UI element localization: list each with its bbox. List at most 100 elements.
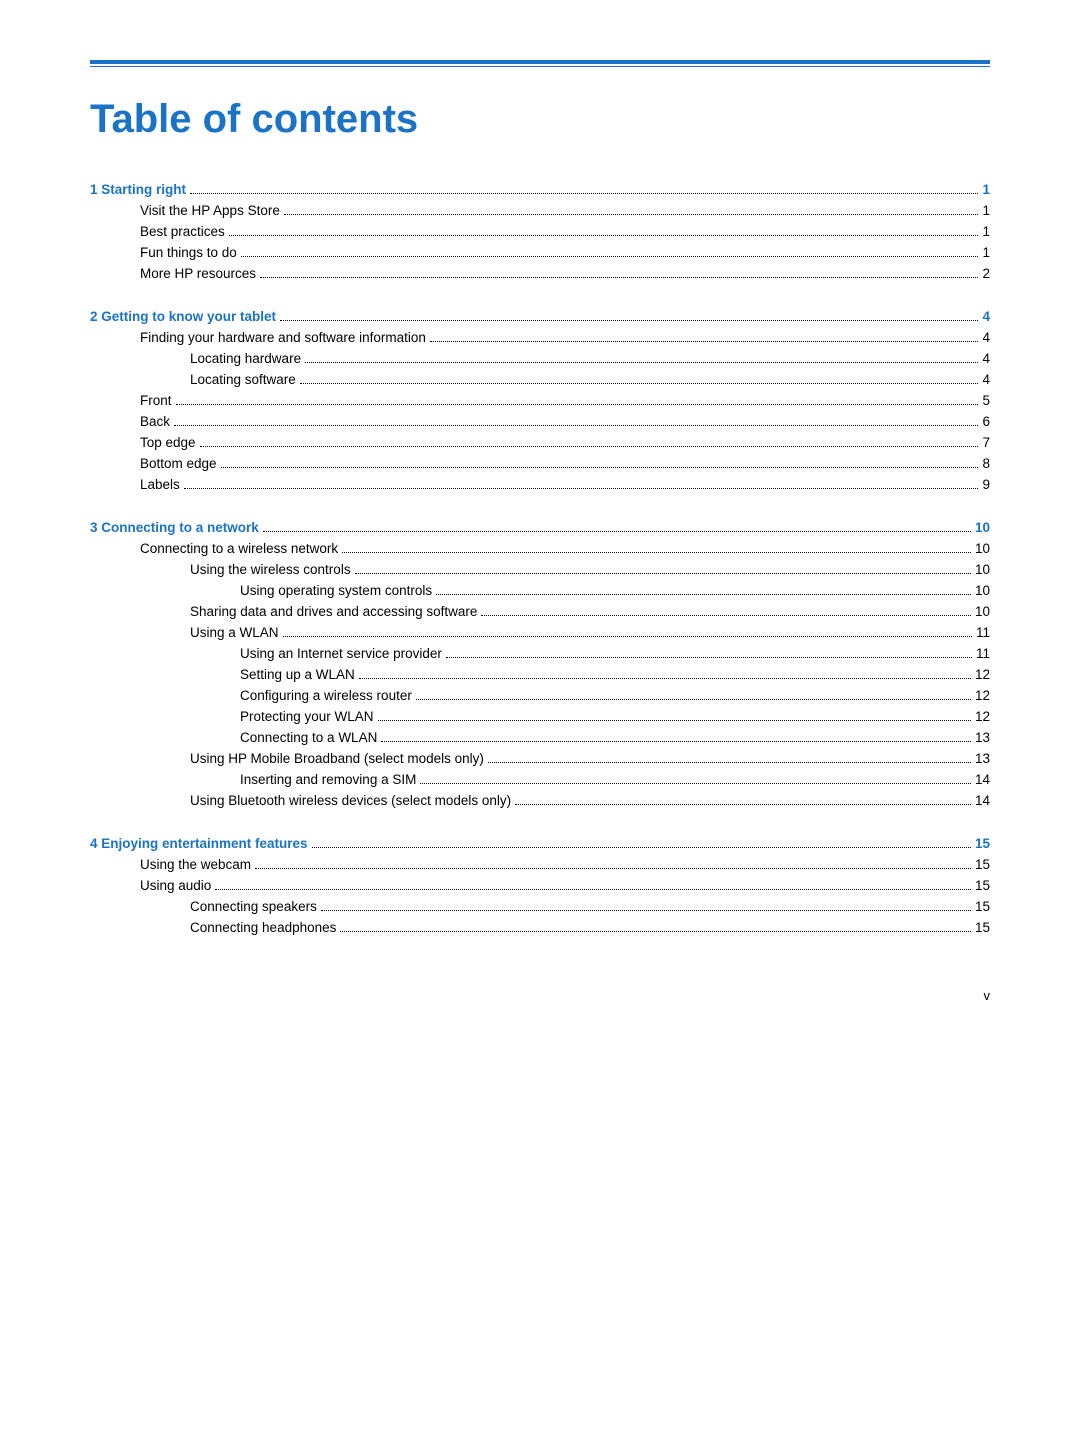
entry-page-num: 1: [982, 245, 990, 260]
toc-section-header-section4[interactable]: 4 Enjoying entertainment features 15: [90, 836, 990, 851]
toc-entry[interactable]: Using audio15: [90, 878, 990, 893]
entry-dots: [284, 214, 979, 215]
toc-entry[interactable]: Using the webcam15: [90, 857, 990, 872]
toc-entry[interactable]: Visit the HP Apps Store 1: [90, 203, 990, 218]
toc-entry[interactable]: Connecting headphones 15: [90, 920, 990, 935]
entry-dots: [436, 594, 971, 595]
toc-entry[interactable]: Protecting your WLAN 12: [90, 709, 990, 724]
entry-text: Using operating system controls: [240, 583, 432, 598]
entry-text: Connecting headphones: [190, 920, 336, 935]
toc-section-header-section2[interactable]: 2 Getting to know your tablet4: [90, 309, 990, 324]
toc-entry[interactable]: Best practices1: [90, 224, 990, 239]
toc-entry[interactable]: Connecting speakers 15: [90, 899, 990, 914]
toc-entry[interactable]: More HP resources2: [90, 266, 990, 281]
entry-dots: [381, 741, 971, 742]
toc-entry[interactable]: Configuring a wireless router12: [90, 688, 990, 703]
toc-content: 1 Starting right1Visit the HP Apps Store…: [90, 182, 990, 935]
entry-dots: [340, 931, 971, 932]
section-header-dots: [280, 320, 978, 321]
entry-text: Visit the HP Apps Store: [140, 203, 280, 218]
entry-text: Protecting your WLAN: [240, 709, 374, 724]
entry-dots: [241, 256, 979, 257]
entry-text: Locating hardware: [190, 351, 301, 366]
toc-section-header-section1[interactable]: 1 Starting right1: [90, 182, 990, 197]
entry-dots: [260, 277, 978, 278]
toc-entry[interactable]: Fun things to do 1: [90, 245, 990, 260]
entry-dots: [359, 678, 971, 679]
toc-entry[interactable]: Finding your hardware and software infor…: [90, 330, 990, 345]
toc-entry[interactable]: Using a WLAN 11: [90, 625, 990, 640]
entry-page-num: 12: [975, 709, 990, 724]
entry-text: Using HP Mobile Broadband (select models…: [190, 751, 484, 766]
toc-entry[interactable]: Locating software4: [90, 372, 990, 387]
toc-entry[interactable]: Setting up a WLAN12: [90, 667, 990, 682]
toc-entry[interactable]: Labels9: [90, 477, 990, 492]
entry-page-num: 8: [982, 456, 990, 471]
entry-page-num: 13: [975, 730, 990, 745]
entry-text: Connecting speakers: [190, 899, 317, 914]
toc-section-section3: 3 Connecting to a network10 Connecting to…: [90, 520, 990, 808]
toc-entry[interactable]: Back6: [90, 414, 990, 429]
entry-text: Using the webcam: [140, 857, 251, 872]
entry-text: Connecting to a WLAN: [240, 730, 377, 745]
toc-entry[interactable]: Connecting to a wireless network10: [90, 541, 990, 556]
entry-text: Configuring a wireless router: [240, 688, 412, 703]
entry-text: Using the wireless controls: [190, 562, 351, 577]
section-header-dots: [190, 193, 978, 194]
entry-text: Top edge: [140, 435, 196, 450]
entry-page-num: 13: [975, 751, 990, 766]
entry-dots: [515, 804, 971, 805]
toc-entry[interactable]: Using HP Mobile Broadband (select models…: [90, 751, 990, 766]
toc-entry[interactable]: Using the wireless controls 10: [90, 562, 990, 577]
toc-entry[interactable]: Using an Internet service provider11: [90, 646, 990, 661]
toc-entry[interactable]: Bottom edge8: [90, 456, 990, 471]
toc-entry[interactable]: Sharing data and drives and accessing so…: [90, 604, 990, 619]
entry-page-num: 10: [975, 541, 990, 556]
entry-page-num: 12: [975, 667, 990, 682]
entry-page-num: 4: [982, 351, 990, 366]
toc-entry[interactable]: Using Bluetooth wireless devices (select…: [90, 793, 990, 808]
entry-page-num: 15: [975, 878, 990, 893]
toc-entry[interactable]: Top edge7: [90, 435, 990, 450]
entry-text: Locating software: [190, 372, 296, 387]
page-footer: v: [984, 988, 991, 1003]
section-header-dots: [263, 531, 971, 532]
entry-text: Inserting and removing a SIM: [240, 772, 416, 787]
toc-entry[interactable]: Inserting and removing a SIM 14: [90, 772, 990, 787]
entry-page-num: 2: [982, 266, 990, 281]
toc-entry[interactable]: Using operating system controls 10: [90, 583, 990, 598]
entry-dots: [184, 488, 979, 489]
toc-entry[interactable]: Connecting to a WLAN 13: [90, 730, 990, 745]
entry-page-num: 15: [975, 899, 990, 914]
entry-dots: [229, 235, 979, 236]
entry-page-num: 10: [975, 562, 990, 577]
entry-text: Fun things to do: [140, 245, 237, 260]
entry-text: Using a WLAN: [190, 625, 279, 640]
toc-section-header-section3[interactable]: 3 Connecting to a network10: [90, 520, 990, 535]
entry-dots: [255, 868, 971, 869]
section-header-page: 15: [975, 836, 990, 851]
entry-page-num: 10: [975, 583, 990, 598]
entry-dots: [215, 889, 971, 890]
entry-text: Best practices: [140, 224, 225, 239]
entry-page-num: 1: [982, 203, 990, 218]
entry-page-num: 14: [975, 772, 990, 787]
entry-page-num: 10: [975, 604, 990, 619]
entry-dots: [300, 383, 979, 384]
entry-page-num: 14: [975, 793, 990, 808]
toc-section-section1: 1 Starting right1Visit the HP Apps Store…: [90, 182, 990, 281]
entry-page-num: 5: [982, 393, 990, 408]
toc-entry[interactable]: Front5: [90, 393, 990, 408]
top-border-thin: [90, 66, 990, 67]
section-header-text: 1 Starting right: [90, 182, 186, 197]
entry-page-num: 11: [976, 625, 990, 640]
toc-entry[interactable]: Locating hardware 4: [90, 351, 990, 366]
section-header-text: 4 Enjoying entertainment features: [90, 836, 308, 851]
entry-dots: [355, 573, 971, 574]
entry-dots: [342, 552, 971, 553]
entry-page-num: 6: [982, 414, 990, 429]
entry-dots: [174, 425, 978, 426]
entry-page-num: 4: [982, 330, 990, 345]
entry-dots: [305, 362, 978, 363]
entry-page-num: 15: [975, 920, 990, 935]
